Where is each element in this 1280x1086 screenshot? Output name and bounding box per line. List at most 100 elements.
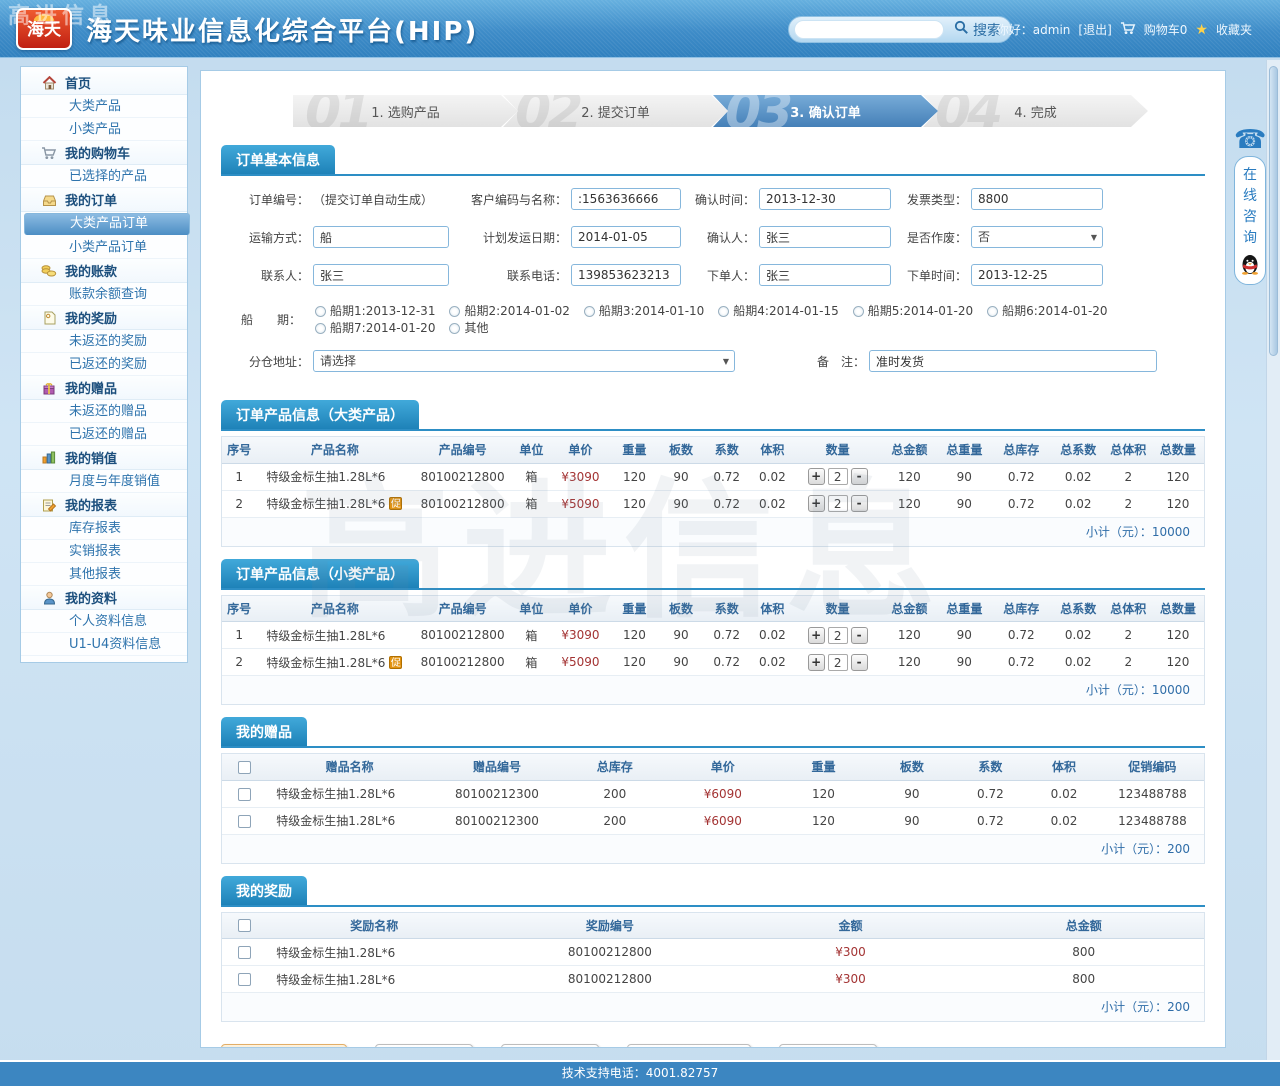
select-all-checkbox[interactable]: [238, 919, 251, 932]
order-time-field[interactable]: [971, 264, 1103, 286]
logout-link[interactable]: [退出]: [1078, 21, 1111, 38]
customer-code-name-field[interactable]: [571, 188, 681, 210]
sidebar-item[interactable]: 月度与年度销值: [21, 470, 187, 493]
confirmer-field[interactable]: [759, 226, 891, 248]
ship-date-radio[interactable]: 船期1:2013-12-31: [315, 304, 435, 318]
sidebar-item[interactable]: 小类产品订单: [21, 236, 187, 259]
transport-mode-field[interactable]: [313, 226, 449, 248]
check-stock-button[interactable]: 检测库存: [375, 1044, 473, 1048]
sidebar-section[interactable]: 我的账款: [21, 259, 187, 283]
row-checkbox[interactable]: [238, 788, 251, 801]
column-header: 单价: [551, 437, 610, 463]
decrease-button[interactable]: -: [851, 468, 868, 485]
main-panel: 011. 选购产品022. 提交订单033. 确认订单044. 完成 订单基本信…: [200, 70, 1226, 1048]
confirm-time-field[interactable]: [759, 188, 891, 210]
invoice-type-field[interactable]: [971, 188, 1103, 210]
sidebar-item[interactable]: U1-U4资料信息: [21, 633, 187, 656]
decrease-button[interactable]: -: [851, 627, 868, 644]
sidebar-item[interactable]: 大类产品: [21, 95, 187, 118]
sidebar-section[interactable]: 我的销值: [21, 446, 187, 470]
wizard-steps: 011. 选购产品022. 提交订单033. 确认订单044. 完成: [293, 95, 1133, 127]
section-gifts: 我的赠品: [221, 717, 1205, 748]
gift-icon: [41, 381, 57, 395]
column-header: 产品名称: [256, 596, 413, 622]
cell-text: 箱: [512, 463, 551, 490]
contact-phone-field[interactable]: [571, 264, 681, 286]
column-header: 总体积: [1105, 437, 1152, 463]
sidebar-item[interactable]: 已返还的赠品: [21, 423, 187, 446]
column-header: 总金额: [963, 913, 1204, 939]
check-order-button[interactable]: 检测订单: [501, 1044, 599, 1048]
sidebar-section[interactable]: 首页: [21, 71, 187, 95]
wizard-step[interactable]: 022. 提交订单: [503, 95, 728, 127]
increase-button[interactable]: +: [808, 495, 825, 512]
sidebar-section[interactable]: 我的资料: [21, 586, 187, 610]
sidebar-item[interactable]: 小类产品: [21, 118, 187, 141]
phone-icon[interactable]: ☎: [1234, 126, 1266, 154]
online-consult-button[interactable]: 在线咨询: [1234, 156, 1266, 285]
sidebar-item[interactable]: 账款余额查询: [21, 283, 187, 306]
section-order-info: 订单基本信息: [221, 145, 1205, 176]
scrollbar-track[interactable]: [1266, 60, 1280, 1060]
ship-date-radio[interactable]: 其他: [449, 321, 488, 335]
cell-product-name: 特级金标生抽1.28L*6: [256, 622, 413, 649]
orderer-field[interactable]: [759, 264, 891, 286]
sidebar-item[interactable]: 未返还的赠品: [21, 400, 187, 423]
select-all-checkbox[interactable]: [238, 761, 251, 774]
increase-button[interactable]: +: [808, 627, 825, 644]
wizard-step[interactable]: 033. 确认订单: [713, 95, 938, 127]
ship-date-radio[interactable]: 船期2:2014-01-02: [449, 304, 569, 318]
sidebar-item[interactable]: 已选择的产品: [21, 165, 187, 188]
cart-link[interactable]: 购物车0: [1144, 21, 1188, 38]
tab-order-info: 订单基本信息: [221, 145, 335, 174]
cell-text: 2: [1105, 622, 1152, 649]
cell-text: 120: [1152, 490, 1204, 517]
decrease-button[interactable]: -: [851, 495, 868, 512]
row-checkbox[interactable]: [238, 973, 251, 986]
submit-order-button[interactable]: 提交订单: [779, 1044, 877, 1048]
qq-penguin-icon[interactable]: [1235, 253, 1265, 279]
sidebar-section[interactable]: 我的赠品: [21, 376, 187, 400]
warehouse-select[interactable]: 请选择 ▼: [313, 350, 735, 372]
ship-date-radio[interactable]: 船期4:2014-01-15: [718, 304, 838, 318]
void-select[interactable]: 否▼: [971, 226, 1103, 248]
row-checkbox[interactable]: [238, 946, 251, 959]
sidebar-section[interactable]: 我的购物车: [21, 141, 187, 165]
ship-date-radio[interactable]: 船期6:2014-01-20: [987, 304, 1107, 318]
cell-text: 120: [881, 622, 938, 649]
sidebar-item[interactable]: 其他报表: [21, 563, 187, 586]
sidebar-item[interactable]: 已返还的奖励: [21, 353, 187, 376]
sidebar-section[interactable]: 我的奖励: [21, 306, 187, 330]
search-bar: 搜索: [788, 16, 1012, 43]
plan-ship-date-field[interactable]: [571, 226, 681, 248]
increase-button[interactable]: +: [808, 654, 825, 671]
search-input[interactable]: [794, 20, 944, 39]
cell-text: 90: [938, 490, 991, 517]
scrollbar-thumb[interactable]: [1269, 66, 1278, 356]
sidebar-item[interactable]: 大类产品订单: [24, 213, 190, 235]
sidebar-item[interactable]: 库存报表: [21, 517, 187, 540]
cell-text: 80100212800: [413, 490, 511, 517]
ship-date-radio[interactable]: 船期7:2014-01-20: [315, 321, 435, 335]
contact-field[interactable]: [313, 264, 449, 286]
continue-shopping-button[interactable]: 继续选购产品>>: [221, 1044, 347, 1048]
wizard-step[interactable]: 044. 完成: [923, 95, 1148, 127]
sidebar-section[interactable]: 我的订单: [21, 188, 187, 212]
decrease-button[interactable]: -: [851, 654, 868, 671]
wizard-step[interactable]: 011. 选购产品: [293, 95, 518, 127]
chart-icon: [41, 451, 57, 464]
ship-date-radio[interactable]: 船期3:2014-01-10: [584, 304, 704, 318]
sidebar-item[interactable]: 实销报表: [21, 540, 187, 563]
row-checkbox[interactable]: [238, 815, 251, 828]
cell-text: 120: [610, 490, 659, 517]
favorites-link[interactable]: 收藏夹: [1216, 21, 1252, 38]
sidebar-section-label: 我的奖励: [65, 308, 117, 327]
remark-input[interactable]: [869, 350, 1157, 372]
ship-date-radio[interactable]: 船期5:2014-01-20: [853, 304, 973, 318]
back-to-order-list-button[interactable]: 返回订单列表: [627, 1044, 751, 1048]
sidebar-item[interactable]: 个人资料信息: [21, 610, 187, 633]
sidebar-item[interactable]: 未返还的奖励: [21, 330, 187, 353]
sidebar-section[interactable]: 我的报表: [21, 493, 187, 517]
increase-button[interactable]: +: [808, 468, 825, 485]
cell-text: 80100212800: [482, 966, 737, 993]
